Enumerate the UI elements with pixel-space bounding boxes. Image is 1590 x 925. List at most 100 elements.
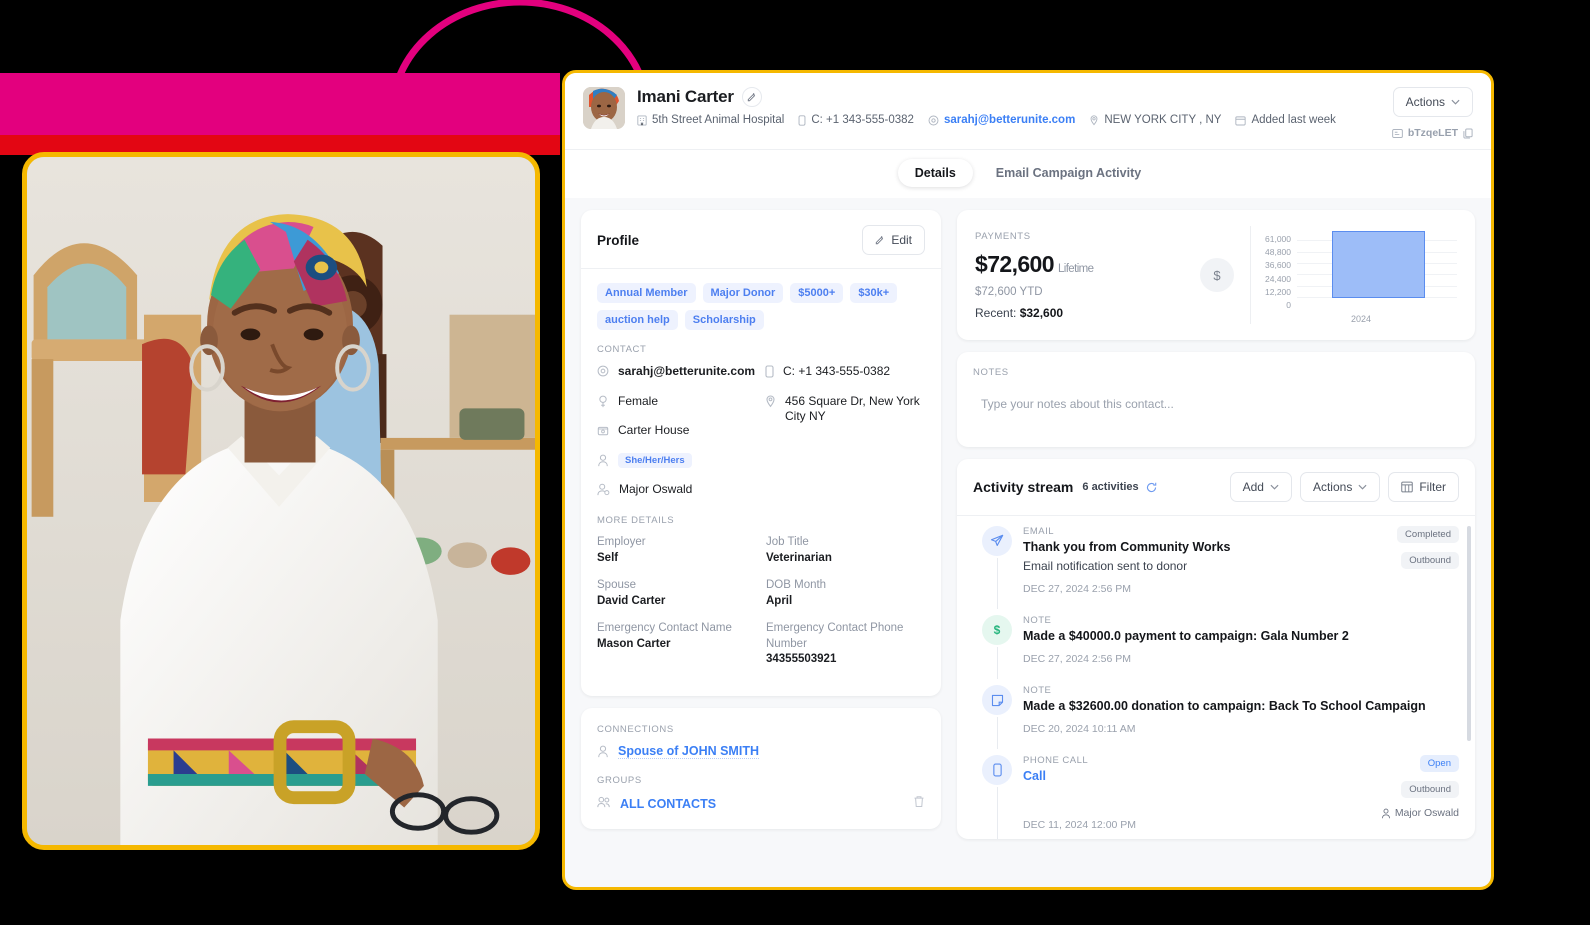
activity-scrollbar[interactable] xyxy=(1467,526,1471,741)
activity-item[interactable]: EMAIL Thank you from Community Works Ema… xyxy=(973,526,1459,615)
header-meta-added: Added last week xyxy=(1235,114,1336,126)
activity-actions-label: Actions xyxy=(1312,480,1353,494)
connection-item[interactable]: Spouse of JOHN SMITH xyxy=(597,744,925,759)
detail-value-spouse: David Carter xyxy=(597,594,666,607)
header-meta-row: 5th Street Animal Hospital C: +1 343-555… xyxy=(637,114,1392,126)
header-meta-phone-text: C: +1 343-555-0382 xyxy=(811,114,914,126)
tag-30k-plus[interactable]: $30k+ xyxy=(850,283,898,303)
trash-icon xyxy=(914,796,924,807)
chart-plot-area xyxy=(1297,226,1457,312)
header-meta-location: NEW YORK CITY , NY xyxy=(1089,114,1221,126)
tab-details[interactable]: Details xyxy=(897,159,973,187)
contact-gender-value: Female xyxy=(618,393,659,408)
pencil-icon xyxy=(747,92,755,102)
chart-ytick-5: 0 xyxy=(1286,299,1291,310)
building-icon xyxy=(637,114,647,126)
profile-edit-label: Edit xyxy=(891,233,912,247)
tag-scholarship[interactable]: Scholarship xyxy=(684,310,764,330)
tag-auction-help[interactable]: auction help xyxy=(597,310,678,330)
contact-pronouns-pill: She/Her/Hers xyxy=(618,452,692,468)
copy-icon[interactable] xyxy=(1463,127,1473,139)
connection-link[interactable]: Spouse of JOHN SMITH xyxy=(618,744,759,759)
activity-kind: PHONE CALL xyxy=(1023,755,1089,766)
chart-ytick-4: 12,200 xyxy=(1265,286,1291,297)
profile-title: Profile xyxy=(597,232,640,248)
location-pin-icon xyxy=(1089,114,1099,126)
detail-value-dob-month: April xyxy=(766,594,793,607)
payments-recent-label: Recent: xyxy=(975,305,1017,320)
activity-actions-button[interactable]: Actions xyxy=(1299,472,1381,502)
activity-kind: EMAIL xyxy=(1023,526,1055,537)
connections-label: CONNECTIONS xyxy=(597,723,674,735)
tag-5000-plus[interactable]: $5000+ xyxy=(790,283,844,303)
activity-date: DEC 11, 2024 12:00 PM xyxy=(1023,819,1137,831)
detail-value-emergency-contact-name: Mason Carter xyxy=(597,637,671,650)
activity-list: EMAIL Thank you from Community Works Ema… xyxy=(957,516,1475,839)
dollar-icon: $ xyxy=(982,615,1012,645)
header-meta-organization-text: 5th Street Animal Hospital xyxy=(652,114,785,126)
activity-subject[interactable]: Call xyxy=(1023,769,1373,783)
payments-recent-value: $32,600 xyxy=(1019,305,1064,320)
activity-item[interactable]: PHONE CALL Call DEC 11, 2024 12:00 PM Op… xyxy=(973,755,1459,839)
header-meta-email-link[interactable]: sarahj@betterunite.com xyxy=(944,114,1075,126)
activity-description: Email notification sent to donor xyxy=(1023,559,1188,573)
payments-lifetime-suffix: Lifetime xyxy=(1057,262,1094,275)
contact-mobile-row: C: +1 343-555-0382 xyxy=(765,364,925,380)
notes-card: NOTES xyxy=(957,352,1475,447)
detail-value-employer: Self xyxy=(597,551,619,564)
tag-annual-member[interactable]: Annual Member xyxy=(597,283,696,303)
refresh-icon[interactable] xyxy=(1146,482,1157,493)
group-link[interactable]: ALL CONTACTS xyxy=(620,797,716,811)
activity-subject: Thank you from Community Works xyxy=(1023,540,1231,554)
activity-owner-name: Major Oswald xyxy=(1394,807,1459,819)
more-details-label: MORE DETAILS xyxy=(597,515,675,527)
activity-add-button[interactable]: Add xyxy=(1229,472,1292,502)
chart-ytick-2: 36,600 xyxy=(1265,260,1291,271)
mobile-icon xyxy=(765,365,774,378)
detail-label-job-title: Job Title xyxy=(766,536,809,549)
contact-address-row: 456 Square Dr, New York City NY xyxy=(765,394,925,425)
contact-header: Imani Carter 5th Street Animal Hospital xyxy=(565,73,1491,150)
profile-card: Profile Edit Annual Member Major Donor $… xyxy=(581,210,941,696)
group-delete-button[interactable] xyxy=(913,795,925,813)
chart-ytick-0: 61,000 xyxy=(1265,234,1291,244)
activity-subject: Made a $40000.0 payment to campaign: Gal… xyxy=(1023,629,1349,643)
notes-label: NOTES xyxy=(973,367,1009,378)
activity-item[interactable]: NOTE Made a $32600.00 donation to campai… xyxy=(973,685,1459,755)
chart-ytick-3: 24,400 xyxy=(1265,273,1291,284)
table-icon xyxy=(1401,481,1414,493)
contact-email-link[interactable]: sarahj@betterunite.com xyxy=(618,364,755,380)
page-title: Imani Carter xyxy=(637,87,734,106)
notes-input[interactable] xyxy=(973,397,1459,411)
contact-section-label: CONTACT xyxy=(597,344,647,355)
tab-email-campaign-activity[interactable]: Email Campaign Activity xyxy=(979,159,1158,187)
contact-owner-value: Major Oswald xyxy=(619,481,693,496)
activity-add-label: Add xyxy=(1242,480,1264,494)
status-badge: Open xyxy=(1419,755,1459,772)
tag-major-donor[interactable]: Major Donor xyxy=(702,283,784,303)
activity-item[interactable]: $ NOTE Made a $40000.0 payment to campai… xyxy=(973,615,1459,685)
payments-lifetime-value: $72,600 xyxy=(975,250,1055,277)
mobile-icon xyxy=(798,114,806,126)
record-id: bTzqeLET xyxy=(1391,127,1473,139)
profile-header: Profile Edit xyxy=(581,210,941,269)
activity-owner: Major Oswald xyxy=(1381,807,1459,819)
activity-stream-title: Activity stream xyxy=(973,479,1074,495)
record-id-text: bTzqeLET xyxy=(1407,127,1458,139)
groups-label: GROUPS xyxy=(597,774,642,786)
edit-name-button[interactable] xyxy=(741,87,762,107)
chevron-down-icon xyxy=(1270,484,1279,490)
gender-icon xyxy=(597,395,609,408)
activity-filter-label: Filter xyxy=(1419,480,1446,494)
profile-edit-button[interactable]: Edit xyxy=(862,225,925,255)
person-icon xyxy=(597,454,609,467)
header-meta-email[interactable]: sarahj@betterunite.com xyxy=(928,114,1075,126)
activity-filter-button[interactable]: Filter xyxy=(1388,472,1459,502)
detail-label-employer: Employer xyxy=(597,536,646,549)
header-meta-added-text: Added last week xyxy=(1251,114,1336,126)
chevron-down-icon xyxy=(1451,99,1460,105)
header-actions-button[interactable]: Actions xyxy=(1392,87,1473,117)
contact-email-row[interactable]: sarahj@betterunite.com xyxy=(597,364,757,380)
contact-mobile-value: C: +1 343-555-0382 xyxy=(783,364,891,378)
paper-plane-icon xyxy=(982,526,1012,556)
